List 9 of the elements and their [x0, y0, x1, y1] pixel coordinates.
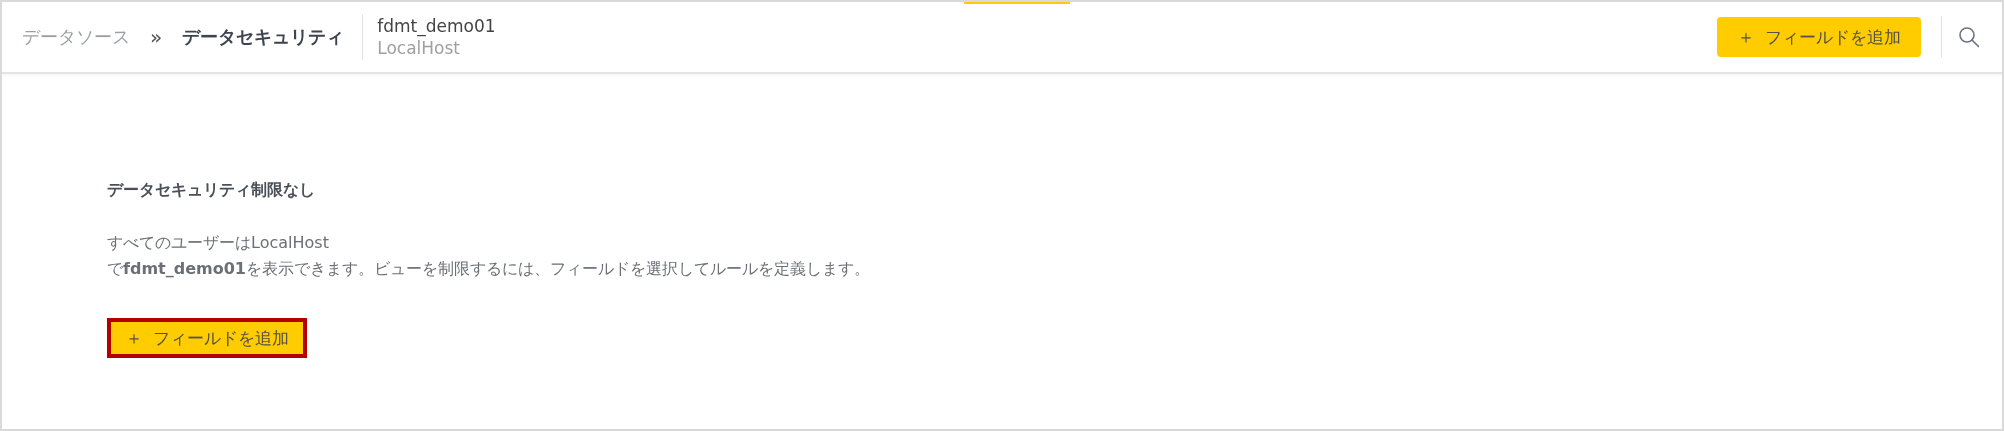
datasource-host: LocalHost: [377, 38, 462, 58]
breadcrumb-separator: »: [150, 25, 163, 49]
breadcrumb-item: データセキュリティ: [182, 25, 345, 49]
add-field-button[interactable]: ＋ フィールドを追加: [1717, 17, 1921, 57]
info-message: すべてのユーザーはLocalHost でfdmt_demo01を表示できます。ビューを制限するには、フィールドを選択してルールを定義します。: [107, 232, 870, 280]
datasource-name: fdmt_demo01: [377, 16, 496, 36]
add-field-button[interactable]: ＋ フィールドを追加: [107, 318, 307, 358]
section-title: データセキュリティ制限なし: [107, 180, 315, 201]
search-icon[interactable]: [1958, 26, 1980, 48]
